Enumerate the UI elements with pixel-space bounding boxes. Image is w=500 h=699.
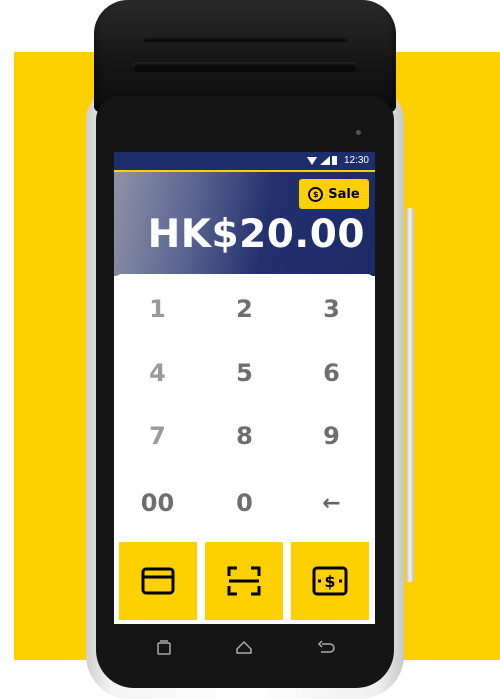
sale-button[interactable]: $ Sale	[299, 179, 369, 209]
svg-text:$: $	[324, 572, 335, 591]
cash-icon: $	[312, 566, 348, 596]
battery-icon	[332, 156, 337, 165]
sale-label: Sale	[328, 186, 360, 202]
pos-terminal: 12:30 $ Sale HK$20.00 1 2 3 4 5 6 7 8 9 …	[86, 0, 414, 699]
printer-slot	[132, 62, 358, 72]
scan-payment-button[interactable]	[205, 542, 283, 620]
printer-slot-top	[142, 36, 348, 42]
keypad-card: 1 2 3 4 5 6 7 8 9 00 0 ← $	[114, 274, 375, 624]
home-icon[interactable]	[234, 638, 254, 658]
android-nav-bar	[114, 628, 375, 668]
screen: 12:30 $ Sale HK$20.00 1 2 3 4 5 6 7 8 9 …	[114, 152, 375, 624]
key-0[interactable]: 0	[201, 474, 288, 532]
key-8[interactable]: 8	[201, 407, 288, 465]
wifi-icon	[307, 157, 317, 165]
card-icon	[141, 567, 175, 595]
header-accent-line	[114, 170, 375, 172]
scan-icon	[227, 566, 261, 596]
dollar-icon: $	[308, 186, 324, 202]
side-button	[406, 208, 414, 582]
amount-display: HK$20.00	[147, 212, 365, 257]
backspace-key[interactable]: ←	[288, 474, 375, 532]
signal-icon	[320, 156, 330, 165]
recents-icon[interactable]	[154, 638, 174, 658]
key-3[interactable]: 3	[288, 280, 375, 338]
key-6[interactable]: 6	[288, 344, 375, 402]
status-bar: 12:30	[114, 152, 375, 170]
key-4[interactable]: 4	[114, 344, 201, 402]
key-5[interactable]: 5	[201, 344, 288, 402]
back-icon[interactable]	[316, 638, 336, 658]
key-1[interactable]: 1	[114, 280, 201, 338]
amount-header: $ Sale HK$20.00	[114, 170, 375, 276]
camera	[356, 130, 361, 135]
status-time: 12:30	[343, 155, 369, 166]
key-00[interactable]: 00	[114, 474, 201, 532]
card-payment-button[interactable]	[119, 542, 197, 620]
cash-payment-button[interactable]: $	[291, 542, 369, 620]
key-9[interactable]: 9	[288, 407, 375, 465]
key-7[interactable]: 7	[114, 407, 201, 465]
key-2[interactable]: 2	[201, 280, 288, 338]
